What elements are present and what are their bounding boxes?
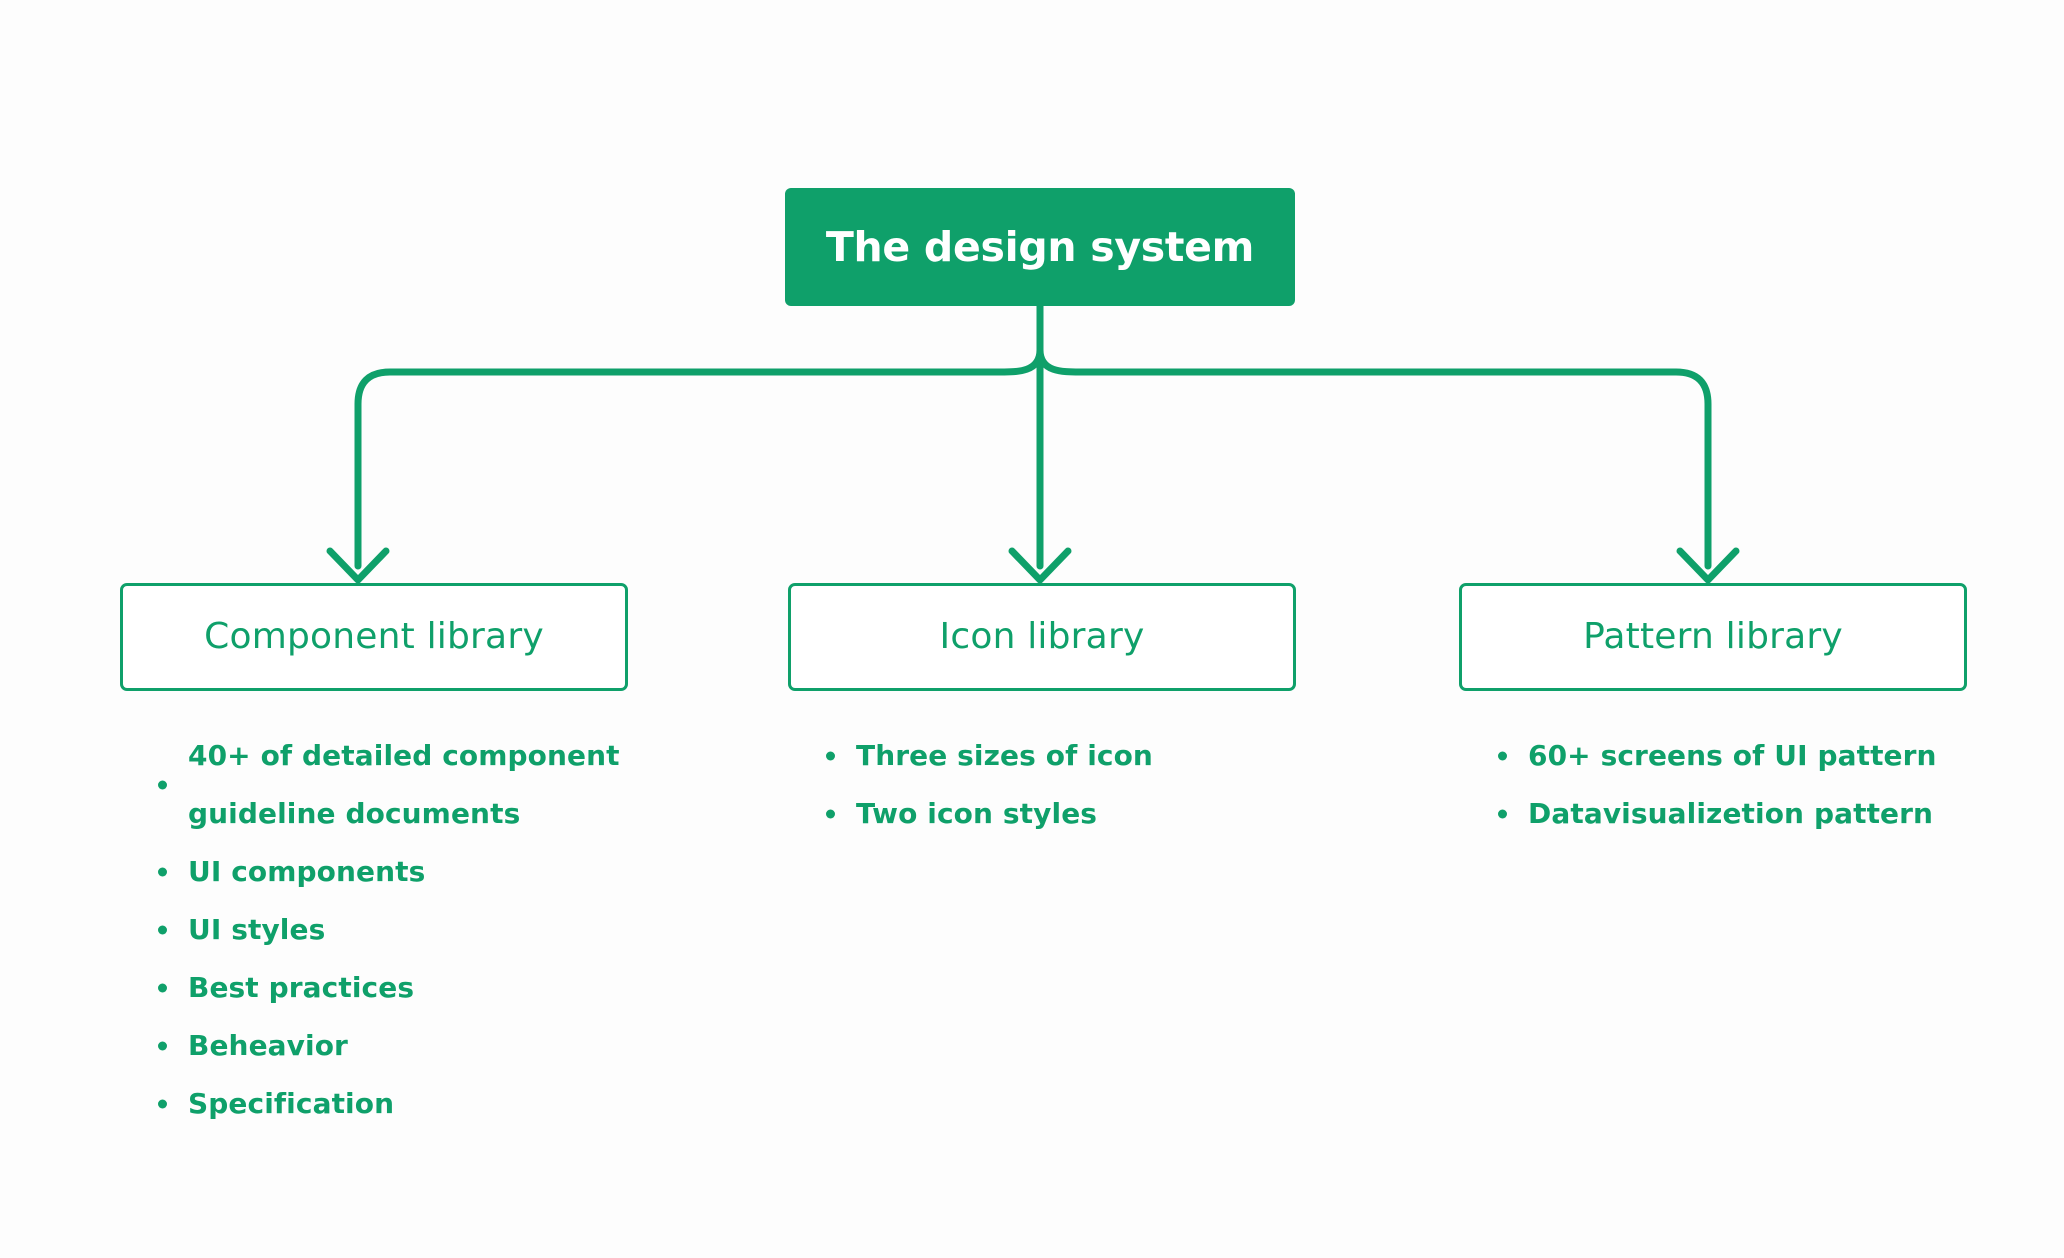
bullet-dot-icon [826, 751, 835, 761]
bullet-dot-icon [158, 1099, 167, 1109]
node-component-library[interactable]: Component library [120, 583, 628, 691]
list-item-label: Datavisualizetion pattern [1528, 797, 1934, 830]
bullet-dot-icon [158, 1041, 167, 1051]
bullet-dot-icon [1498, 751, 1507, 761]
bullet-dot-icon [158, 867, 167, 877]
arrowhead-right [1676, 547, 1740, 584]
list-item-label: Beheavior [188, 1029, 348, 1062]
list-item-label: Best practices [188, 971, 415, 1004]
list-item-label: Two icon styles [856, 797, 1098, 830]
node-pattern-library-label: Pattern library [1583, 616, 1843, 657]
list-item-label: UI styles [188, 913, 326, 946]
list-item: Datavisualizetion pattern [1492, 785, 1992, 843]
list-item-label: 60+ screens of UI pattern [1528, 739, 1937, 772]
bullet-dot-icon [1498, 809, 1507, 819]
bullet-dot-icon [158, 925, 167, 935]
list-item: Best practices [152, 959, 622, 1017]
node-component-library-label: Component library [204, 616, 544, 657]
list-item-label: Specification [188, 1087, 395, 1120]
bullet-list-pattern-library: 60+ screens of UI pattern Datavisualizet… [1492, 727, 1992, 843]
list-item: 40+ of detailed component guideline docu… [152, 727, 622, 843]
list-item-label: Three sizes of icon [856, 739, 1153, 772]
list-item: Three sizes of icon [820, 727, 1290, 785]
bullet-dot-icon [158, 983, 167, 993]
list-item: UI components [152, 843, 622, 901]
list-item-label: 40+ of detailed component guideline docu… [188, 739, 620, 830]
bullet-dot-icon [826, 809, 835, 819]
connector-junction-left-fillet [996, 346, 1044, 376]
root-node-the-design-system[interactable]: The design system [785, 188, 1295, 306]
connector-branch-left [354, 368, 1004, 570]
list-item: UI styles [152, 901, 622, 959]
connector-branch-right [1076, 368, 1712, 570]
design-system-diagram: The design system Component library 40+ … [0, 0, 2064, 1258]
root-node-label: The design system [825, 222, 1255, 271]
node-icon-library-label: Icon library [939, 616, 1145, 657]
list-item: 60+ screens of UI pattern [1492, 727, 1992, 785]
arrowhead-center [1008, 547, 1072, 584]
arrowhead-left [326, 547, 390, 584]
bullet-dot-icon [158, 780, 167, 790]
list-item-label: UI components [188, 855, 426, 888]
list-item: Specification [152, 1075, 622, 1133]
connector-junction-right-fillet [1036, 346, 1084, 376]
node-pattern-library[interactable]: Pattern library [1459, 583, 1967, 691]
list-item: Two icon styles [820, 785, 1290, 843]
node-icon-library[interactable]: Icon library [788, 583, 1296, 691]
list-item: Beheavior [152, 1017, 622, 1075]
bullet-list-component-library: 40+ of detailed component guideline docu… [152, 727, 622, 1133]
bullet-list-icon-library: Three sizes of icon Two icon styles [820, 727, 1290, 843]
